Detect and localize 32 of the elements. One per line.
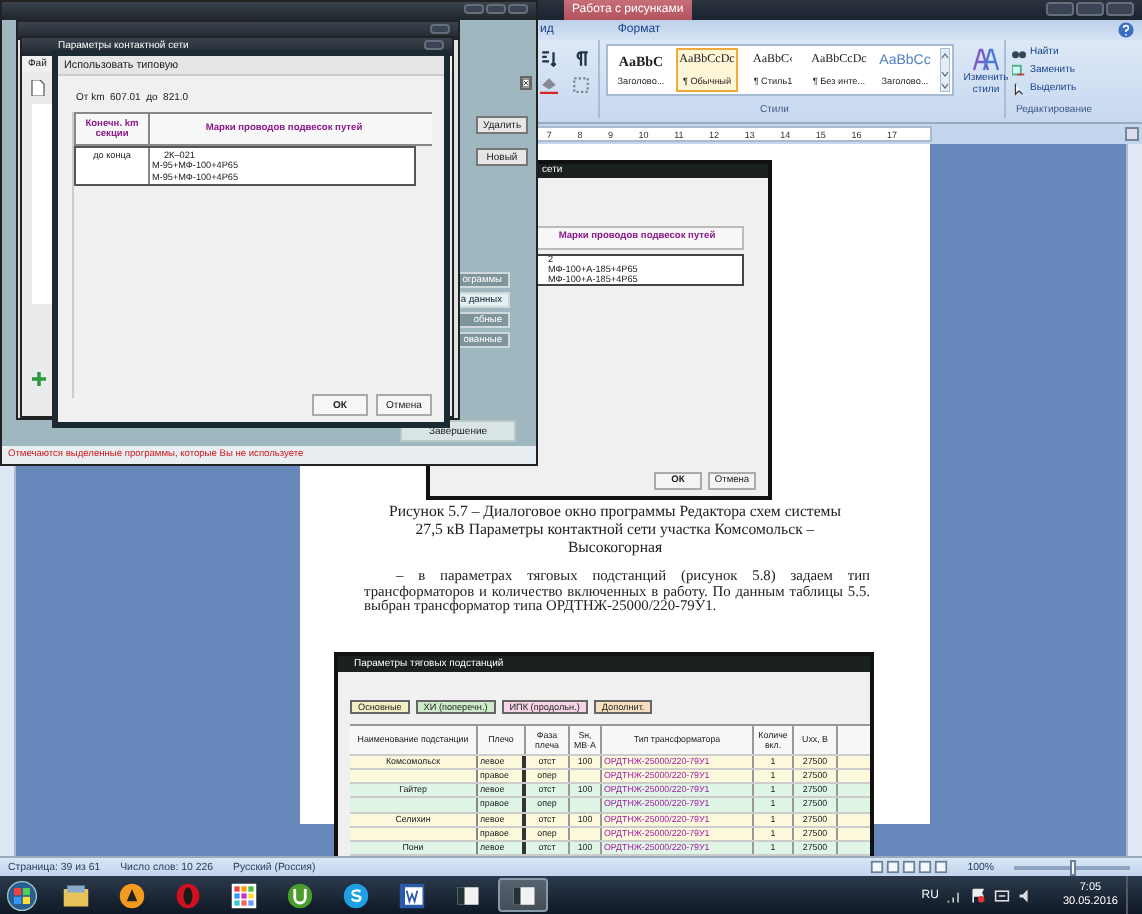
pilcrow-icon[interactable] (572, 50, 590, 68)
styles-icon (972, 48, 1000, 72)
sync-icon[interactable] (994, 887, 1011, 903)
grid-icon (229, 881, 257, 909)
opera-icon (173, 881, 201, 909)
document-icon[interactable] (30, 80, 46, 96)
zoom-slider-thumb[interactable] (1069, 859, 1075, 875)
window-controls[interactable] (464, 4, 528, 14)
word-icon (397, 881, 425, 909)
aimp-icon (117, 881, 145, 909)
fill-color-icon[interactable] (540, 76, 558, 94)
window-controls[interactable] (1046, 2, 1134, 16)
gallery-scroll-icon[interactable] (940, 48, 950, 92)
window-taskbar-button[interactable] (498, 878, 548, 912)
plus-icon[interactable] (32, 372, 46, 386)
flag-icon[interactable] (970, 887, 987, 903)
binoculars-icon (1012, 45, 1026, 59)
window-icon (509, 881, 537, 909)
sort-icon[interactable] (540, 50, 558, 68)
skype-icon (341, 881, 369, 909)
cursor-icon (1012, 81, 1026, 95)
replace-icon (1012, 63, 1026, 77)
start-button[interactable] (6, 879, 38, 911)
close-icon[interactable] (520, 76, 532, 90)
explorer-icon (61, 881, 89, 909)
torrent-icon (285, 881, 313, 909)
help-icon[interactable] (1118, 22, 1134, 38)
window-icon (453, 881, 481, 909)
ruler-toggle-icon[interactable] (1124, 126, 1140, 142)
vertical-scrollbar[interactable] (1126, 144, 1142, 856)
network-icon[interactable] (946, 887, 963, 903)
borders-icon[interactable] (572, 76, 590, 94)
